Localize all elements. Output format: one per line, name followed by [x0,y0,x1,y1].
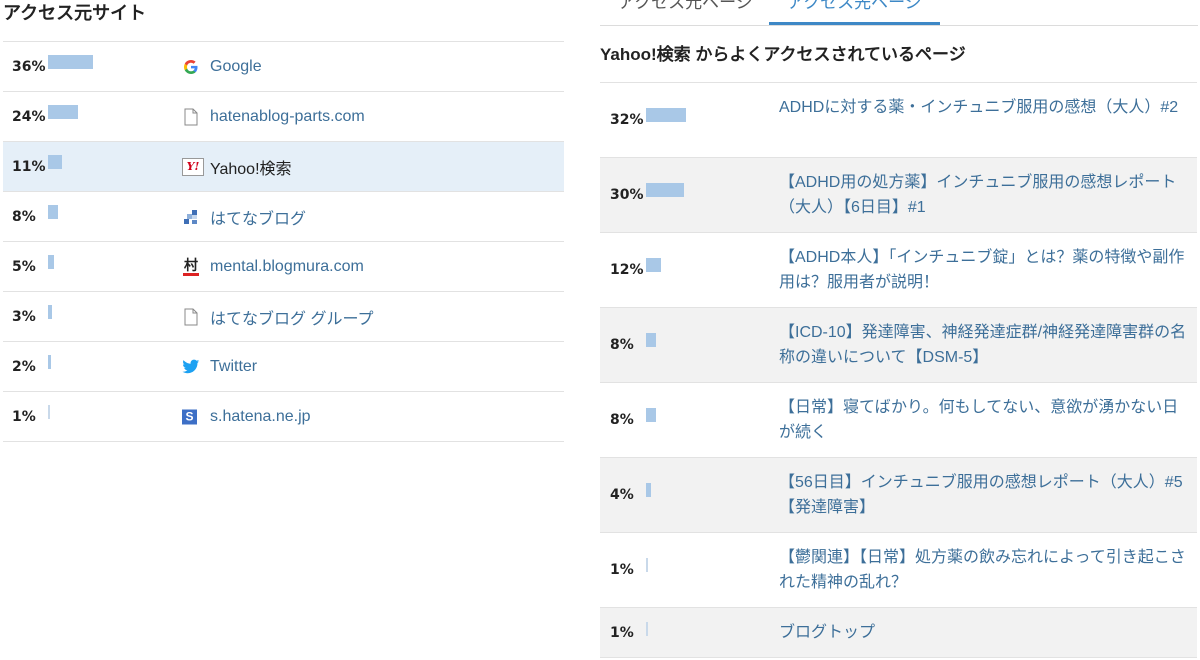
page-row[interactable]: 1% ブログトップ [600,607,1197,658]
page-percent: 8% [610,412,634,428]
referrer-bar [48,55,93,69]
page-icon [182,308,200,326]
yahoo-icon: Y! [182,157,204,176]
blogmura-icon: 村 [182,258,200,276]
target-pages-panel: アクセス元ページ アクセス先ページ Yahoo!検索 からよくアクセスされている… [600,0,1198,660]
page-link[interactable]: 【ICD-10】発達障害、神経発達症群/神経発達障害群の名称の違いについて【DS… [779,320,1191,370]
page-tabs: アクセス元ページ アクセス先ページ [600,0,1198,26]
page-percent: 30% [610,187,644,203]
referrer-row[interactable]: 3% はてなブログ グループ [3,291,564,341]
referrer-row[interactable]: 2% Twitter [3,341,564,391]
google-icon [182,58,200,76]
referrer-sites-title: アクセス元サイト [3,3,147,23]
page-bar [646,183,684,197]
hatena-s-icon: S [182,409,197,424]
referrer-percent: 11% [12,158,46,175]
blogmura-icon-text: 村 [184,256,198,273]
referrer-bar [48,105,78,119]
referrer-row-selected[interactable]: 11% Y! Yahoo!検索 [3,141,564,191]
page-link[interactable]: ブログトップ [779,620,1191,645]
page-link[interactable]: 【ADHD用の処方薬】インチュニブ服用の感想レポート（大人）【6日目】#1 [779,170,1191,220]
referrer-percent: 5% [12,258,36,275]
tab-referrer-pages[interactable]: アクセス元ページ [600,0,771,22]
target-pages-list: 32% ADHDに対する薬・インチュニブ服用の感想（大人）#2 30% 【ADH… [600,82,1197,658]
referrer-bar [48,155,62,169]
page-row[interactable]: 8% 【ICD-10】発達障害、神経発達症群/神経発達障害群の名称の違いについて… [600,307,1197,382]
page-link[interactable]: 【日常】寝てばかり。何もしてない、意欲が湧かない日が続く [779,395,1191,445]
page-row[interactable]: 1% 【鬱関連】【日常】処方薬の飲み忘れによって引き起こされた精神の乱れ？ [600,532,1197,607]
referrer-link-twitter[interactable]: Twitter [210,358,257,376]
referrer-link-hatenablog-parts[interactable]: hatenablog-parts.com [210,108,365,126]
referrer-sites-table: 36% Google 24% hatenablog-parts.com 11% … [3,41,564,442]
page-icon [182,108,200,126]
page-link[interactable]: 【56日目】インチュニブ服用の感想レポート（大人）#5【発達障害】 [779,470,1191,520]
page-bar [646,258,661,272]
page-bar [646,483,651,497]
hatena-s-icon-text: S [185,409,194,424]
referrer-link-hatena-s[interactable]: s.hatena.ne.jp [210,408,311,426]
page-percent: 4% [610,487,634,503]
page-percent: 1% [610,624,634,641]
hatenablog-icon [182,208,200,226]
page-bar [646,108,686,122]
yahoo-icon-text: Y! [186,160,200,173]
page-link[interactable]: 【ADHD本人】「インチュニブ錠」とは？薬の特徴や副作用は？服用者が説明！ [779,245,1191,295]
referrer-bar [48,255,54,269]
referrer-row[interactable]: 36% Google [3,41,564,91]
page-row[interactable]: 8% 【日常】寝てばかり。何もしてない、意欲が湧かない日が続く [600,382,1197,457]
referrer-link-hatenablog[interactable]: はてなブログ [210,205,306,229]
referrer-percent: 1% [12,408,36,425]
referrer-percent: 3% [12,308,36,325]
target-pages-title: Yahoo!検索 からよくアクセスされているページ [600,45,966,64]
page-row[interactable]: 4% 【56日目】インチュニブ服用の感想レポート（大人）#5【発達障害】 [600,457,1197,532]
referrer-row[interactable]: 8% はてなブログ [3,191,564,241]
referrer-row[interactable]: 5% 村 mental.blogmura.com [3,241,564,291]
referrer-percent: 8% [12,208,36,225]
page-bar [646,622,648,636]
referrer-bar [48,355,51,369]
referrer-percent: 2% [12,358,36,375]
referrer-bar [48,305,52,319]
referrer-percent: 24% [12,108,46,125]
twitter-icon [182,358,200,376]
page-row[interactable]: 12% 【ADHD本人】「インチュニブ錠」とは？薬の特徴や副作用は？服用者が説明… [600,232,1197,307]
page-link[interactable]: ADHDに対する薬・インチュニブ服用の感想（大人）#2 [779,95,1191,120]
page-bar [646,408,656,422]
page-row[interactable]: 32% ADHDに対する薬・インチュニブ服用の感想（大人）#2 [600,82,1197,157]
page-percent: 32% [610,112,644,128]
referrer-row[interactable]: 1% S s.hatena.ne.jp [3,391,564,442]
referrer-row[interactable]: 24% hatenablog-parts.com [3,91,564,141]
page-percent: 1% [610,562,634,578]
page-bar [646,333,656,347]
referrer-link-blogmura[interactable]: mental.blogmura.com [210,258,364,276]
referrer-bar [48,405,50,419]
page-row[interactable]: 30% 【ADHD用の処方薬】インチュニブ服用の感想レポート（大人）【6日目】#… [600,157,1197,232]
page-percent: 8% [610,337,634,353]
referrer-link-google[interactable]: Google [210,58,262,76]
referrer-bar [48,205,58,219]
page-bar [646,558,648,572]
referrer-link-yahoo[interactable]: Yahoo!検索 [210,155,292,179]
page-link[interactable]: 【鬱関連】【日常】処方薬の飲み忘れによって引き起こされた精神の乱れ？ [779,545,1191,595]
referrer-link-hatenablog-group[interactable]: はてなブログ グループ [210,305,374,329]
page-percent: 12% [610,262,644,278]
referrer-percent: 36% [12,58,46,75]
tab-target-pages[interactable]: アクセス先ページ [769,0,940,25]
blogmura-icon-underline [183,272,199,276]
